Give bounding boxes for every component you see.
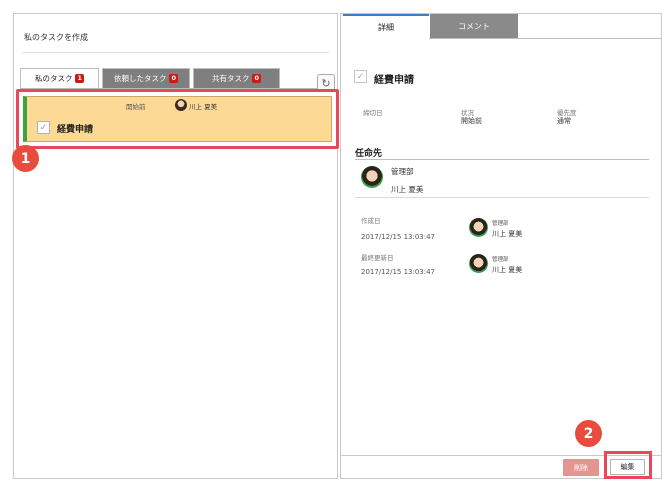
avatar [361,166,383,188]
count-badge: 0 [252,74,262,83]
updated-date: 2017/12/15 13:03:47 [361,268,436,276]
field-label-deadline: 締切日 [363,109,383,117]
task-user: 川上 夏美 [189,103,218,111]
tab-label: 依頼したタスク [113,74,167,83]
assignee-dept: 管理部 [391,167,414,176]
delete-button[interactable]: 削除 [563,459,599,476]
task-title: 経費申請 [57,125,94,135]
divider [355,197,649,198]
avatar [469,254,488,273]
step-marker-1: 1 [12,145,39,172]
refresh-icon: ↻ [321,76,331,90]
count-badge: 1 [75,74,85,83]
task-status: 開始前 [126,103,146,111]
tab-shared-tasks[interactable]: 共有タスク 0 [193,68,280,88]
tab-requested-tasks[interactable]: 依頼したタスク 0 [102,68,190,88]
edit-button[interactable]: 編集 [610,459,645,475]
task-checkbox[interactable]: ✓ [37,121,50,134]
divider [355,159,649,160]
created-name: 川上 夏美 [492,230,523,238]
updated-dept: 管理部 [492,257,509,263]
count-badge: 0 [169,74,179,83]
create-task-link[interactable]: 私のタスクを作成 [24,32,88,43]
updated-label: 最終更新日 [361,254,394,262]
created-dept: 管理部 [492,221,509,227]
field-value-status: 開始前 [461,117,482,125]
field-value-priority: 通常 [557,117,571,125]
avatar [175,99,187,111]
divider [429,38,661,39]
step-marker-2: 2 [575,420,602,447]
updated-name: 川上 夏美 [492,266,523,274]
assignee-name: 川上 夏美 [391,185,424,194]
task-card[interactable]: 開始前 川上 夏美 ✓ 経費申請 [23,96,332,142]
tab-my-tasks[interactable]: 私のタスク 1 [20,68,99,88]
created-date: 2017/12/15 13:03:47 [361,233,436,241]
tab-label: 共有タスク [211,74,250,83]
tab-comments[interactable]: コメント [430,14,518,38]
assignee-section-title: 任命先 [355,149,383,159]
tab-details[interactable]: 詳細 [343,14,429,38]
task-tabs: 私のタスク 1 依頼したタスク 0 共有タスク 0 [20,68,280,88]
divider [22,52,329,53]
tab-label: 私のタスク [34,74,73,83]
created-label: 作成日 [361,217,381,225]
task-detail-panel: 詳細 コメント ✓ 経費申請 締切日 状況 開始前 優先度 通常 任命先 管理部… [340,13,662,479]
task-list-panel: 私のタスクを作成 私のタスク 1 依頼したタスク 0 共有タスク 0 ↻ 開始前… [13,13,339,479]
detail-title: 経費申請 [374,75,414,86]
avatar [469,218,488,237]
complete-checkbox[interactable]: ✓ [354,70,367,83]
